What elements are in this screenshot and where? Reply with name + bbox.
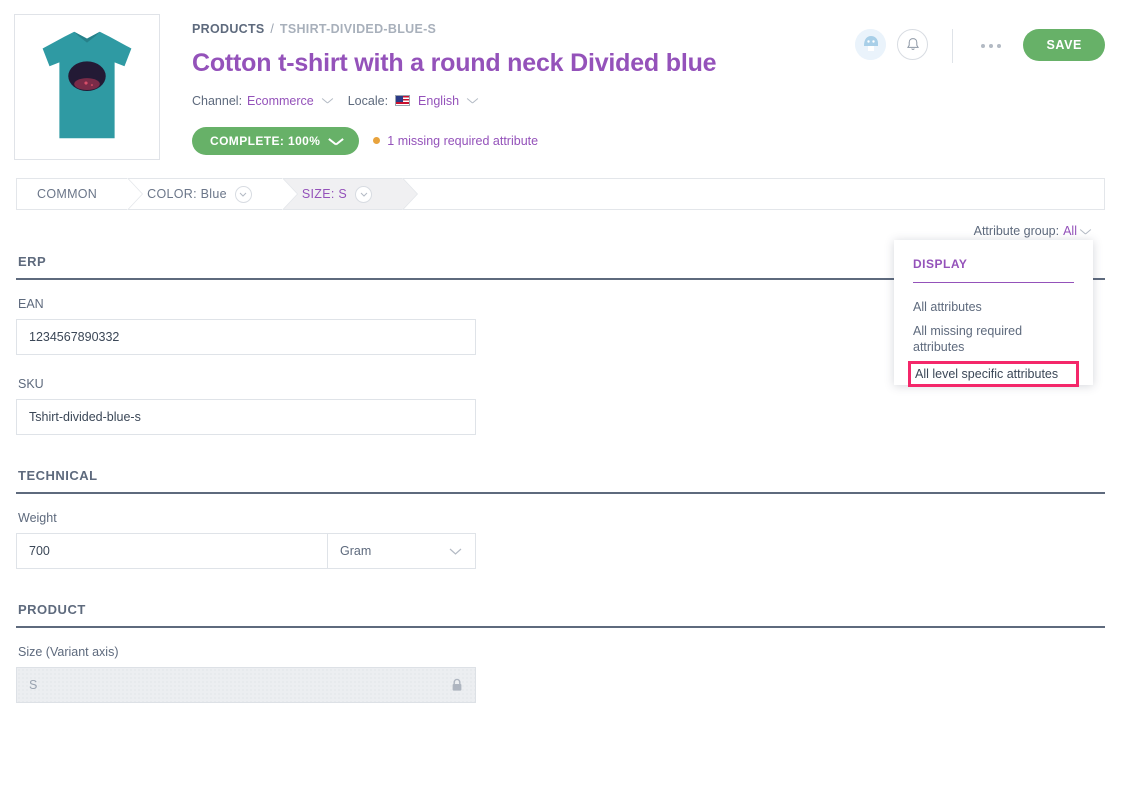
- attribute-group-row: Attribute group: All: [16, 224, 1101, 238]
- chevron-down-icon: [329, 137, 343, 145]
- weight-unit-value: Gram: [340, 544, 371, 558]
- attribute-group-label: Attribute group:: [974, 224, 1059, 238]
- chevron-down-icon[interactable]: [322, 97, 333, 104]
- missing-attributes-label: 1 missing required attribute: [387, 134, 538, 148]
- section-divider: [16, 492, 1105, 494]
- dot-icon: [989, 44, 993, 48]
- tab-color[interactable]: COLOR: Blue: [127, 179, 282, 209]
- status-row: COMPLETE: 100% 1 missing required attrib…: [192, 127, 855, 155]
- avatar-illustration-icon: [855, 29, 886, 60]
- chevron-down-icon[interactable]: [1080, 228, 1091, 235]
- attribute-group-selector[interactable]: Attribute group: All: [974, 224, 1101, 238]
- status-dot-icon: [373, 137, 380, 144]
- field-label: Size (Variant axis): [18, 645, 1105, 659]
- field-weight: Weight 700 Gram: [16, 511, 1105, 569]
- display-option-all-attributes[interactable]: All attributes: [913, 295, 1074, 319]
- avatar[interactable]: [855, 29, 886, 60]
- size-value: S: [29, 678, 37, 692]
- dot-icon: [981, 44, 985, 48]
- sku-input[interactable]: Tshirt-divided-blue-s: [16, 399, 476, 435]
- tab-size[interactable]: SIZE: S: [282, 179, 402, 209]
- breadcrumb: PRODUCTS / TSHIRT-DIVIDED-BLUE-S: [192, 22, 855, 36]
- locale-label: Locale:: [348, 94, 388, 108]
- weight-unit-select[interactable]: Gram: [327, 533, 476, 569]
- tab-label: COLOR: Blue: [147, 187, 227, 201]
- bell-icon: [906, 37, 920, 52]
- context-selectors: Channel: Ecommerce Locale: English: [192, 94, 855, 108]
- tab-label: COMMON: [37, 187, 97, 201]
- chevron-down-icon[interactable]: [235, 186, 252, 203]
- lock-icon: [451, 678, 463, 692]
- section-product: PRODUCT Size (Variant axis) S: [16, 602, 1105, 703]
- page-title: Cotton t-shirt with a round neck Divided…: [192, 50, 855, 78]
- display-option-all-level-specific[interactable]: All level specific attributes: [908, 361, 1079, 387]
- us-flag-icon: [395, 95, 410, 106]
- section-technical: TECHNICAL Weight 700 Gram: [16, 468, 1105, 569]
- section-heading: TECHNICAL: [18, 468, 1105, 483]
- completeness-badge[interactable]: COMPLETE: 100%: [192, 127, 359, 155]
- save-button[interactable]: SAVE: [1023, 29, 1105, 61]
- dot-icon: [997, 44, 1001, 48]
- breadcrumb-separator: /: [270, 22, 274, 36]
- toolbar-divider: [952, 29, 953, 63]
- tshirt-image: [15, 15, 159, 159]
- field-size-variant-axis: Size (Variant axis) S: [16, 645, 1105, 703]
- missing-attributes-notice[interactable]: 1 missing required attribute: [373, 134, 538, 148]
- completeness-label: COMPLETE: 100%: [210, 134, 320, 148]
- section-heading: PRODUCT: [18, 602, 1105, 617]
- weight-metric-row: 700 Gram: [16, 533, 476, 569]
- more-actions-button[interactable]: [975, 29, 1007, 63]
- page-header: PRODUCTS / TSHIRT-DIVIDED-BLUE-S Cotton …: [0, 0, 1121, 160]
- notifications-button[interactable]: [897, 29, 928, 60]
- channel-value[interactable]: Ecommerce: [247, 94, 314, 108]
- breadcrumb-products[interactable]: PRODUCTS: [192, 22, 265, 36]
- tab-label: SIZE: S: [302, 187, 347, 201]
- field-label: Weight: [18, 511, 1105, 525]
- header-toolbar: SAVE: [855, 14, 1105, 160]
- section-divider: [16, 626, 1105, 628]
- breadcrumb-current: TSHIRT-DIVIDED-BLUE-S: [280, 22, 436, 36]
- variant-level-tabs: COMMON COLOR: Blue SIZE: S: [16, 178, 1105, 210]
- attribute-group-value: All: [1063, 224, 1077, 238]
- locale-value[interactable]: English: [418, 94, 459, 108]
- weight-input[interactable]: 700: [16, 533, 327, 569]
- size-locked-input: S: [16, 667, 476, 703]
- display-dropdown-panel: DISPLAY All attributes All missing requi…: [894, 240, 1093, 385]
- chevron-down-icon[interactable]: [467, 97, 478, 104]
- channel-label: Channel:: [192, 94, 242, 108]
- display-option-all-missing-required[interactable]: All missing required attributes: [913, 319, 1074, 359]
- ean-input[interactable]: 1234567890332: [16, 319, 476, 355]
- product-thumbnail[interactable]: [14, 14, 160, 160]
- header-main: PRODUCTS / TSHIRT-DIVIDED-BLUE-S Cotton …: [160, 14, 855, 160]
- display-panel-heading: DISPLAY: [913, 257, 1074, 283]
- chevron-down-icon: [449, 548, 462, 555]
- tab-common[interactable]: COMMON: [17, 179, 127, 209]
- chevron-down-icon[interactable]: [355, 186, 372, 203]
